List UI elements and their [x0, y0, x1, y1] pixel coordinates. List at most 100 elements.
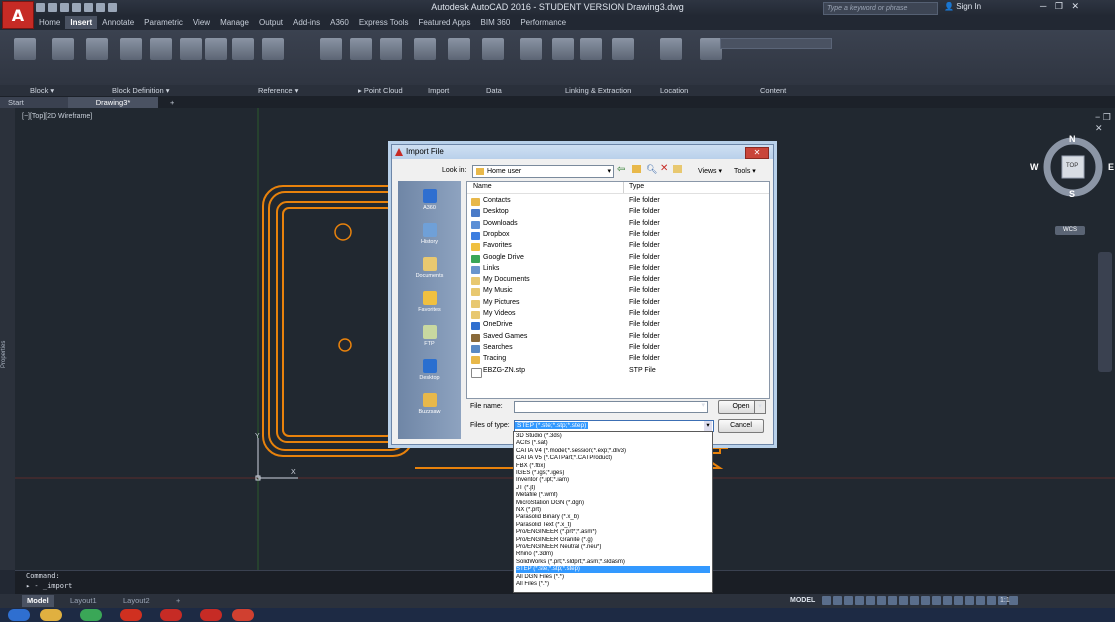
- file-row[interactable]: Dropbox File folder: [471, 231, 721, 242]
- ribbon-tool-button[interactable]: [482, 38, 504, 60]
- ribbon-tab-express-tools[interactable]: Express Tools: [354, 16, 414, 29]
- file-type-option[interactable]: FBX (*.fbx): [516, 463, 710, 470]
- help-search-input[interactable]: Type a keyword or phrase: [823, 2, 938, 15]
- ribbon-tab-parametric[interactable]: Parametric: [139, 16, 188, 29]
- powerpoint-icon[interactable]: [232, 609, 254, 621]
- search-icon[interactable]: 🔍︎: [646, 164, 657, 175]
- status-toggle-icon[interactable]: [954, 596, 963, 605]
- column-divider[interactable]: [623, 182, 624, 193]
- start-orb-icon[interactable]: [8, 609, 30, 621]
- ribbon-tool-button[interactable]: [580, 38, 602, 60]
- status-toggle-icon[interactable]: [987, 596, 996, 605]
- file-type-option[interactable]: CATIA V4 (*.model;*.session;*.exp;*.dlv3…: [516, 448, 710, 455]
- status-toggle-icon[interactable]: [910, 596, 919, 605]
- ribbon-tool-button[interactable]: [700, 38, 722, 60]
- status-toggle-icon[interactable]: [866, 596, 875, 605]
- dialog-close-button[interactable]: ✕: [745, 147, 769, 159]
- file-type-option[interactable]: Inventor (*.ipt;*.iam): [516, 477, 710, 484]
- file-row[interactable]: My Pictures File folder: [471, 299, 721, 310]
- layout-tab-layout1[interactable]: Layout1: [65, 595, 102, 607]
- file-row[interactable]: My Videos File folder: [471, 310, 721, 321]
- sign-in-button[interactable]: 👤 Sign In: [944, 2, 981, 11]
- ribbon-tool-button[interactable]: [262, 38, 284, 60]
- panel-title[interactable]: Linking & Extraction: [565, 85, 631, 96]
- viewcube-top-face[interactable]: TOP: [1066, 163, 1078, 169]
- model-space-button[interactable]: MODEL: [790, 597, 815, 604]
- ribbon-tool-button[interactable]: [120, 38, 142, 60]
- ribbon-tool-button[interactable]: [320, 38, 342, 60]
- file-row[interactable]: Contacts File folder: [471, 197, 721, 208]
- status-toggle-icon[interactable]: [877, 596, 886, 605]
- layout-tab--[interactable]: +: [171, 595, 185, 607]
- file-type-option[interactable]: Pro/ENGINEER Neutral (*.neu*): [516, 544, 710, 551]
- status-toggle-icon[interactable]: [965, 596, 974, 605]
- file-type-option[interactable]: Pro/ENGINEER (*.prt*;*.asm*): [516, 529, 710, 536]
- ribbon-tool-button[interactable]: [86, 38, 108, 60]
- file-type-option[interactable]: NX (*.prt): [516, 507, 710, 514]
- place-history[interactable]: History: [398, 223, 461, 245]
- dialog-title-bar[interactable]: Import File ✕: [392, 145, 773, 159]
- viewcube-east[interactable]: E: [1108, 162, 1114, 172]
- status-toggle-icon[interactable]: [899, 596, 908, 605]
- file-row[interactable]: Saved Games File folder: [471, 333, 721, 344]
- ribbon-tab-output[interactable]: Output: [254, 16, 288, 29]
- column-header-type[interactable]: Type: [629, 183, 644, 190]
- file-type-option[interactable]: Parasolid Binary (*.x_b): [516, 514, 710, 521]
- layout-tab-model[interactable]: Model: [22, 595, 54, 607]
- place-documents[interactable]: Documents: [398, 257, 461, 279]
- panel-title[interactable]: Data: [486, 85, 502, 96]
- ribbon-tool-button[interactable]: [232, 38, 254, 60]
- ribbon-tool-button[interactable]: [448, 38, 470, 60]
- ribbon-tab-manage[interactable]: Manage: [215, 16, 254, 29]
- explorer-icon[interactable]: [40, 609, 62, 621]
- file-type-option[interactable]: Pro/ENGINEER Granite (*.g): [516, 537, 710, 544]
- ribbon-tab-performance[interactable]: Performance: [515, 16, 571, 29]
- ribbon-tool-button[interactable]: [612, 38, 634, 60]
- ribbon-tab-a360[interactable]: A360: [325, 16, 354, 29]
- place-favorites[interactable]: Favorites: [398, 291, 461, 313]
- file-row[interactable]: EBZG-ZN.stp STP File: [471, 367, 721, 378]
- views-menu[interactable]: Views ▾: [698, 167, 722, 175]
- ribbon-tool-button[interactable]: [14, 38, 36, 60]
- status-toggle-icon[interactable]: [976, 596, 985, 605]
- status-toggle-icon[interactable]: [932, 596, 941, 605]
- up-folder-icon[interactable]: [632, 165, 641, 173]
- ribbon-tool-button[interactable]: [414, 38, 436, 60]
- panel-title[interactable]: Location: [660, 85, 688, 96]
- panel-title[interactable]: ▸ Point Cloud: [358, 85, 403, 96]
- panel-title[interactable]: Import: [428, 85, 449, 96]
- files-of-type-dropdown[interactable]: 3D Studio (*.3ds) ACIS (*.sat) CATIA V4 (*…: [513, 431, 713, 593]
- tools-menu[interactable]: Tools ▾: [734, 167, 756, 175]
- place-ftp[interactable]: FTP: [398, 325, 461, 347]
- ribbon-tool-button[interactable]: [660, 38, 682, 60]
- look-in-select[interactable]: Home user ▾: [472, 165, 614, 178]
- new-folder-icon[interactable]: [673, 165, 682, 173]
- opera-icon[interactable]: [120, 609, 142, 621]
- command-input[interactable]: ▸ - _import: [26, 582, 72, 590]
- autocad-taskbar-icon[interactable]: [200, 609, 222, 621]
- viewcube-west[interactable]: W: [1030, 162, 1039, 172]
- ribbon-tab-insert[interactable]: Insert: [65, 16, 98, 29]
- file-row[interactable]: Searches File folder: [471, 344, 721, 355]
- ribbon-tool-button[interactable]: [520, 38, 542, 60]
- file-type-option[interactable]: SolidWorks (*.prt;*.sldprt;*.asm;*.sldas…: [516, 559, 710, 566]
- status-toggle-icon[interactable]: [943, 596, 952, 605]
- ribbon-tab-annotate[interactable]: Annotate: [97, 16, 139, 29]
- status-toggle-icon[interactable]: [822, 596, 831, 605]
- delete-icon[interactable]: ✕: [660, 163, 668, 174]
- navigation-bar[interactable]: [1098, 252, 1112, 372]
- file-row[interactable]: OneDrive File folder: [471, 321, 721, 332]
- ribbon-tab-featured-apps[interactable]: Featured Apps: [413, 16, 475, 29]
- panel-title[interactable]: Reference ▾: [258, 85, 298, 96]
- file-row[interactable]: Desktop File folder: [471, 208, 721, 219]
- ribbon-tab-bim-360[interactable]: BIM 360: [476, 16, 516, 29]
- viewport-controls-label[interactable]: [−][Top][2D Wireframe]: [22, 113, 92, 120]
- panel-title[interactable]: Block ▾: [30, 85, 54, 96]
- ribbon-tool-button[interactable]: [52, 38, 74, 60]
- status-toggle-icon[interactable]: [921, 596, 930, 605]
- ribbon-tool-button[interactable]: [150, 38, 172, 60]
- file-row[interactable]: Favorites File folder: [471, 242, 721, 253]
- file-row[interactable]: My Documents File folder: [471, 276, 721, 287]
- ribbon-tool-button[interactable]: [180, 38, 202, 60]
- file-type-option[interactable]: Parasolid Text (*.x_t): [516, 522, 710, 529]
